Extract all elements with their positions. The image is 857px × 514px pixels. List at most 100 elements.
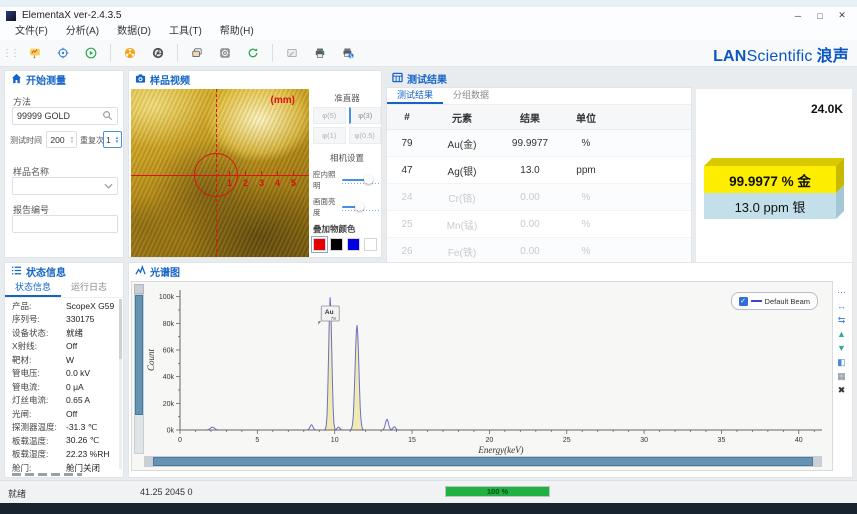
taskbar[interactable] — [0, 503, 857, 514]
status-tab[interactable]: 运行日志 — [61, 280, 117, 297]
method-input[interactable]: 99999 GOLD — [12, 107, 118, 125]
minimize-button[interactable]: ─ — [787, 7, 809, 24]
legend-checkbox[interactable]: ✓ — [739, 297, 748, 306]
status-label: 板载温度: — [5, 435, 66, 447]
ruler-tick — [229, 171, 230, 175]
target-icon[interactable] — [51, 41, 75, 65]
overlay-color-red[interactable] — [313, 238, 326, 251]
status-row: 板载湿度:22.23 %RH — [5, 448, 123, 462]
titlebar[interactable]: ElementaX ver-2.4.3.5 ─ □ ✕ — [0, 7, 857, 25]
shutter-icon[interactable] — [146, 41, 170, 65]
menu-item[interactable]: 帮助(H) — [211, 24, 263, 40]
collapse-horizontal-icon[interactable]: ⇆ — [838, 315, 846, 325]
result-row[interactable]: 25Mn(锰)0.00% — [387, 211, 691, 238]
repeat-stepper[interactable]: 1 ▲▼ — [103, 131, 122, 148]
status-row: 板载温度:30.26 ℃ — [5, 434, 123, 448]
spectrum-chart[interactable]: 05101520253035400k20k40k60k80k100kCountE… — [131, 281, 833, 471]
slider-knob[interactable] — [364, 175, 373, 184]
report-icon[interactable] — [23, 41, 47, 65]
report-number-input[interactable] — [12, 215, 118, 233]
grid-icon[interactable]: ▦ — [837, 371, 846, 381]
scroll-left-button[interactable] — [145, 457, 153, 466]
collimator-button[interactable]: φ(5) — [313, 107, 346, 124]
status-label: 舱门: — [5, 462, 66, 474]
menu-item[interactable]: 文件(F) — [6, 24, 57, 40]
silver-result-bar: 13.0 ppm 银 — [704, 193, 836, 219]
close-button[interactable]: ✕ — [831, 7, 853, 24]
slider[interactable] — [342, 202, 381, 212]
status-label: 板载湿度: — [5, 448, 66, 460]
result-cell: 0.00 — [497, 246, 563, 257]
chevron-down-icon[interactable] — [104, 181, 113, 191]
files-icon[interactable] — [185, 41, 209, 65]
collimator-button[interactable]: φ(3) — [349, 107, 382, 124]
list-icon — [11, 263, 22, 281]
search-icon[interactable] — [102, 110, 113, 123]
result-cell: Au(金) — [427, 136, 497, 151]
result-cell: 79 — [387, 138, 427, 149]
time-value: 200 — [47, 135, 68, 145]
printer-icon[interactable] — [308, 41, 332, 65]
collimator-button[interactable]: φ(1) — [313, 127, 346, 144]
sample-name-select[interactable] — [12, 177, 118, 195]
start-measure-icon[interactable] — [79, 41, 103, 65]
toolbar-drag-handle[interactable]: ⋮⋮ — [2, 48, 18, 59]
result-cell: % — [563, 138, 609, 149]
results-tab[interactable]: 测试结果 — [387, 88, 443, 104]
overlay-color-white[interactable] — [364, 238, 377, 251]
toolbar-separator — [177, 44, 178, 62]
scroll-thumb[interactable] — [153, 457, 813, 466]
sample-video-view[interactable]: (mm) 12345 — [131, 89, 309, 257]
result-cell: % — [563, 192, 609, 203]
result-cell: % — [563, 219, 609, 230]
status-scrollbar[interactable] — [119, 299, 122, 469]
status-label: 管电流: — [5, 381, 66, 393]
svg-text:20: 20 — [485, 437, 493, 444]
zoom-box-icon[interactable]: ◧ — [837, 357, 846, 367]
stepper-arrows-icon[interactable]: ▲▼ — [113, 136, 121, 144]
maximize-button[interactable]: □ — [809, 7, 831, 24]
status-value: 330175 — [66, 314, 94, 324]
chart-horizontal-scrollbar[interactable] — [144, 456, 822, 467]
result-row[interactable]: 26Fe(铁)0.00% — [387, 238, 691, 265]
video-panel-title: 样品视频 — [150, 72, 190, 87]
result-row[interactable]: 79Au(金)99.9977% — [387, 130, 691, 157]
status-row: 产品:ScopeX G59 — [5, 299, 123, 313]
crosshair-circle — [194, 153, 238, 197]
collimator-button[interactable]: φ(0.5) — [349, 127, 382, 144]
refresh-icon[interactable] — [241, 41, 265, 65]
status-tab[interactable]: 状态信息 — [5, 280, 61, 297]
fullscreen-icon[interactable]: ✖ — [838, 385, 846, 395]
chart-vertical-scrollbar[interactable] — [134, 294, 144, 454]
chart-corner-button[interactable] — [134, 284, 144, 294]
results-tab[interactable]: 分组数据 — [443, 88, 499, 104]
column-header: 单位 — [563, 110, 609, 125]
result-row[interactable]: 47Ag(银)13.0ppm — [387, 157, 691, 184]
expand-horizontal-icon[interactable]: ↔ — [837, 301, 846, 311]
time-stepper[interactable]: 200 ▲▼ — [46, 131, 77, 148]
status-label: 光闸: — [5, 408, 66, 420]
result-row[interactable]: 24Cr(铬)0.00% — [387, 184, 691, 211]
more-icon[interactable]: ⋯ — [837, 287, 846, 297]
collimator-label: 准直器 — [313, 92, 381, 104]
overlay-color-black[interactable] — [330, 238, 343, 251]
result-cell: ppm — [563, 165, 609, 176]
result-cell: % — [563, 246, 609, 257]
status-panel-title: 状态信息 — [26, 264, 66, 279]
menu-item[interactable]: 分析(A) — [57, 24, 108, 40]
printer-bluetooth-icon[interactable] — [336, 41, 360, 65]
collapse-vertical-icon[interactable]: ▼ — [837, 343, 846, 353]
table-icon — [392, 70, 403, 88]
settings-icon[interactable] — [213, 41, 237, 65]
menu-item[interactable]: 数据(D) — [108, 24, 160, 40]
expand-vertical-icon[interactable]: ▲ — [837, 329, 846, 339]
stepper-arrows-icon[interactable]: ▲▼ — [68, 136, 76, 144]
edit-icon[interactable] — [280, 41, 304, 65]
slider-knob[interactable] — [355, 202, 364, 211]
ruler-tick — [277, 171, 278, 175]
slider[interactable] — [342, 175, 381, 185]
menu-item[interactable]: 工具(T) — [160, 24, 211, 40]
overlay-color-blue[interactable] — [347, 238, 360, 251]
scroll-right-button[interactable] — [813, 457, 821, 466]
xray-icon[interactable] — [118, 41, 142, 65]
